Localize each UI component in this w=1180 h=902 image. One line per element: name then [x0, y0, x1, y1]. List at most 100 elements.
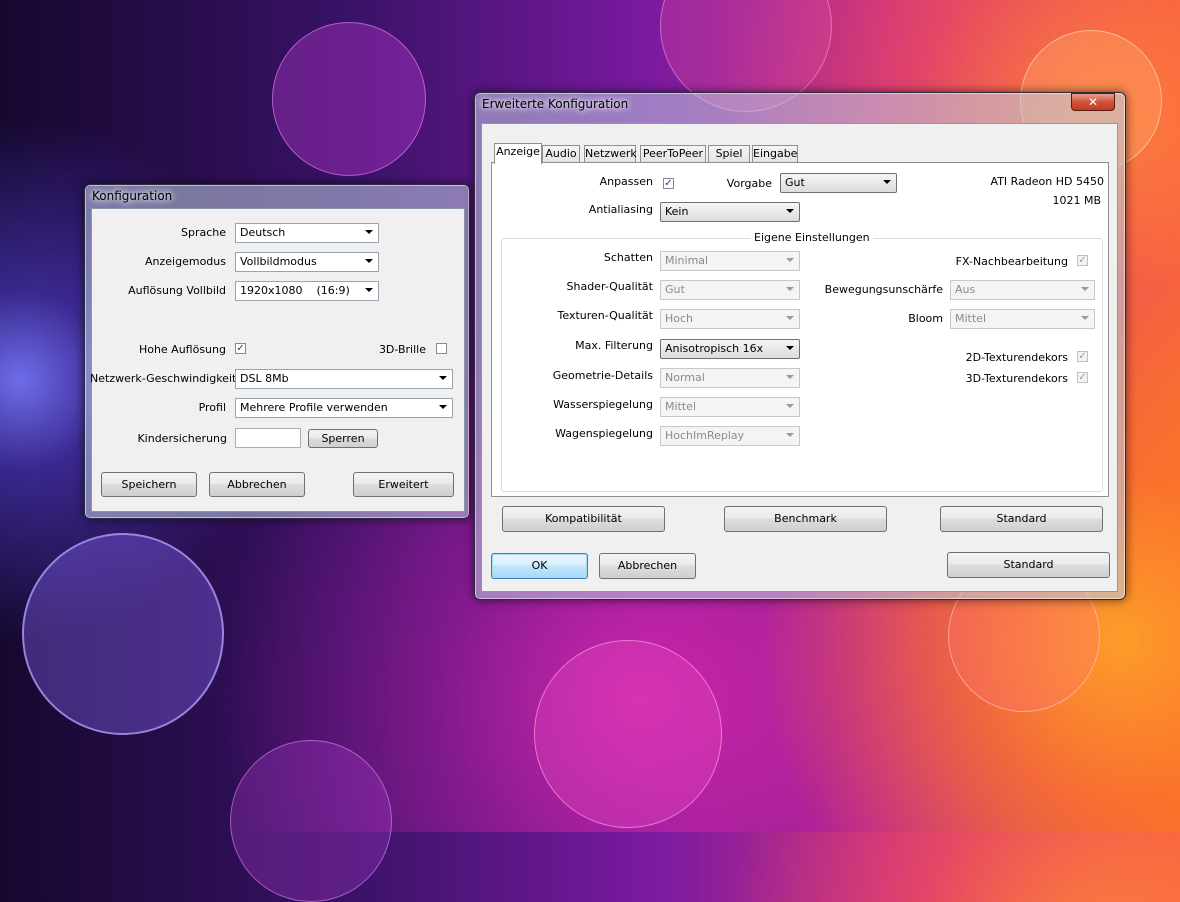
chevron-down-icon [786, 209, 794, 213]
chevron-down-icon [786, 375, 794, 379]
shader-label: Shader-Qualität [566, 280, 654, 293]
wallpaper-bubble [22, 533, 224, 735]
texturendekors3d-checkbox[interactable]: ✓ [1077, 372, 1088, 383]
abbrechen-button[interactable]: Abbrechen [209, 472, 305, 497]
wagen-value: HochImReplay [665, 429, 745, 442]
gpu-memory: 1021 MB [1052, 194, 1101, 207]
anzeigemodus-label: Anzeigemodus [145, 255, 226, 268]
fx-label: FX-Nachbearbeitung [955, 255, 1068, 268]
texturen-label: Texturen-Qualität [557, 309, 653, 322]
texturendekors2d-label: 2D-Texturendekors [965, 351, 1068, 364]
sprache-value: Deutsch [240, 226, 286, 239]
standard-inner-button[interactable]: Standard [940, 506, 1103, 532]
anpassen-checkbox[interactable]: ✓ [663, 178, 674, 189]
checkmark-icon: ✓ [1078, 372, 1087, 383]
group-title: Eigene Einstellungen [751, 231, 873, 244]
profil-label: Profil [198, 401, 226, 414]
eigene-einstellungen-group [501, 238, 1103, 492]
filterung-value: Anisotropisch 16x [665, 342, 764, 355]
vorgabe-select[interactable]: Gut [780, 173, 897, 193]
wallpaper-bubble [534, 640, 722, 828]
chevron-down-icon [365, 230, 373, 234]
benchmark-button[interactable]: Benchmark [724, 506, 887, 532]
chevron-down-icon [786, 346, 794, 350]
wallpaper-bubble [230, 740, 392, 902]
profil-select[interactable]: Mehrere Profile verwenden [235, 398, 453, 418]
gpu-name: ATI Radeon HD 5450 [990, 175, 1104, 188]
filterung-select[interactable]: Anisotropisch 16x [660, 339, 800, 359]
kindersicherung-input[interactable] [235, 428, 301, 448]
checkmark-icon: ✓ [1078, 255, 1087, 266]
profil-value: Mehrere Profile verwenden [240, 401, 388, 414]
bloom-select[interactable]: Mittel [950, 309, 1095, 329]
chevron-down-icon [786, 258, 794, 262]
bewegung-value: Aus [955, 283, 976, 296]
wasser-select[interactable]: Mittel [660, 397, 800, 417]
texturen-select[interactable]: Hoch [660, 309, 800, 329]
schatten-select[interactable]: Minimal [660, 251, 800, 271]
anzeigemodus-select[interactable]: Vollbildmodus [235, 252, 379, 272]
brille-checkbox[interactable] [436, 343, 447, 354]
bloom-value: Mittel [955, 312, 986, 325]
filterung-label: Max. Filterung [575, 339, 653, 352]
kompatibilitaet-button[interactable]: Kompatibilität [502, 506, 665, 532]
brille-label: 3D-Brille [378, 343, 426, 356]
geometrie-select[interactable]: Normal [660, 368, 800, 388]
chevron-down-icon [365, 288, 373, 292]
standard-button[interactable]: Standard [947, 552, 1110, 578]
wasser-label: Wasserspiegelung [553, 398, 653, 411]
chevron-down-icon [786, 316, 794, 320]
shader-value: Gut [665, 283, 685, 296]
tab-peertopeer[interactable]: PeerToPeer [640, 145, 706, 163]
antialiasing-select[interactable]: Kein [660, 202, 800, 222]
window-title: Konfiguration [92, 189, 173, 203]
speichern-button[interactable]: Speichern [101, 472, 197, 497]
antialiasing-label: Antialiasing [588, 203, 653, 216]
hohe-aufloesung-checkbox[interactable]: ✓ [235, 343, 246, 354]
texturen-value: Hoch [665, 312, 694, 325]
chevron-down-icon [786, 433, 794, 437]
chevron-down-icon [365, 259, 373, 263]
abbrechen-advanced-button[interactable]: Abbrechen [599, 553, 696, 579]
bewegung-label: Bewegungsunschärfe [824, 283, 943, 296]
bewegung-select[interactable]: Aus [950, 280, 1095, 300]
checkmark-icon: ✓ [664, 178, 673, 189]
aufloesung-select[interactable]: 1920x1080 (16:9) [235, 281, 379, 301]
schatten-label: Schatten [603, 251, 653, 264]
sperren-button[interactable]: Sperren [308, 429, 378, 448]
antialiasing-value: Kein [665, 205, 689, 218]
checkmark-icon: ✓ [236, 343, 245, 354]
window-title: Erweiterte Konfiguration [482, 97, 629, 111]
chevron-down-icon [439, 376, 447, 380]
tab-anzeige[interactable]: Anzeige [494, 143, 542, 164]
close-button[interactable]: ✕ [1071, 93, 1115, 111]
texturendekors3d-label: 3D-Texturendekors [965, 372, 1068, 385]
bloom-label: Bloom [908, 312, 943, 325]
erweitert-button[interactable]: Erweitert [353, 472, 454, 497]
chevron-down-icon [786, 287, 794, 291]
texturendekors2d-checkbox[interactable]: ✓ [1077, 351, 1088, 362]
netzwerk-value: DSL 8Mb [240, 372, 289, 385]
checkmark-icon: ✓ [1078, 351, 1087, 362]
kindersicherung-label: Kindersicherung [137, 432, 227, 445]
wagen-label: Wagenspiegelung [555, 427, 653, 440]
fx-checkbox[interactable]: ✓ [1077, 255, 1088, 266]
tab-audio[interactable]: Audio [542, 145, 580, 163]
netzwerk-select[interactable]: DSL 8Mb [235, 369, 453, 389]
tab-eingabe[interactable]: Eingabe [752, 145, 798, 163]
vorgabe-label: Vorgabe [726, 177, 772, 190]
tab-netzwerk[interactable]: Netzwerk [584, 145, 637, 163]
anpassen-label: Anpassen [599, 175, 653, 188]
sprache-select[interactable]: Deutsch [235, 223, 379, 243]
close-icon: ✕ [1087, 95, 1099, 109]
chevron-down-icon [883, 180, 891, 184]
hohe-aufloesung-label: Hohe Auflösung [138, 343, 226, 356]
chevron-down-icon [786, 404, 794, 408]
geometrie-label: Geometrie-Details [552, 369, 653, 382]
anzeigemodus-value: Vollbildmodus [240, 255, 317, 268]
chevron-down-icon [1081, 287, 1089, 291]
tab-spiel[interactable]: Spiel [708, 145, 750, 163]
wagen-select[interactable]: HochImReplay [660, 426, 800, 446]
ok-button[interactable]: OK [491, 553, 588, 579]
shader-select[interactable]: Gut [660, 280, 800, 300]
